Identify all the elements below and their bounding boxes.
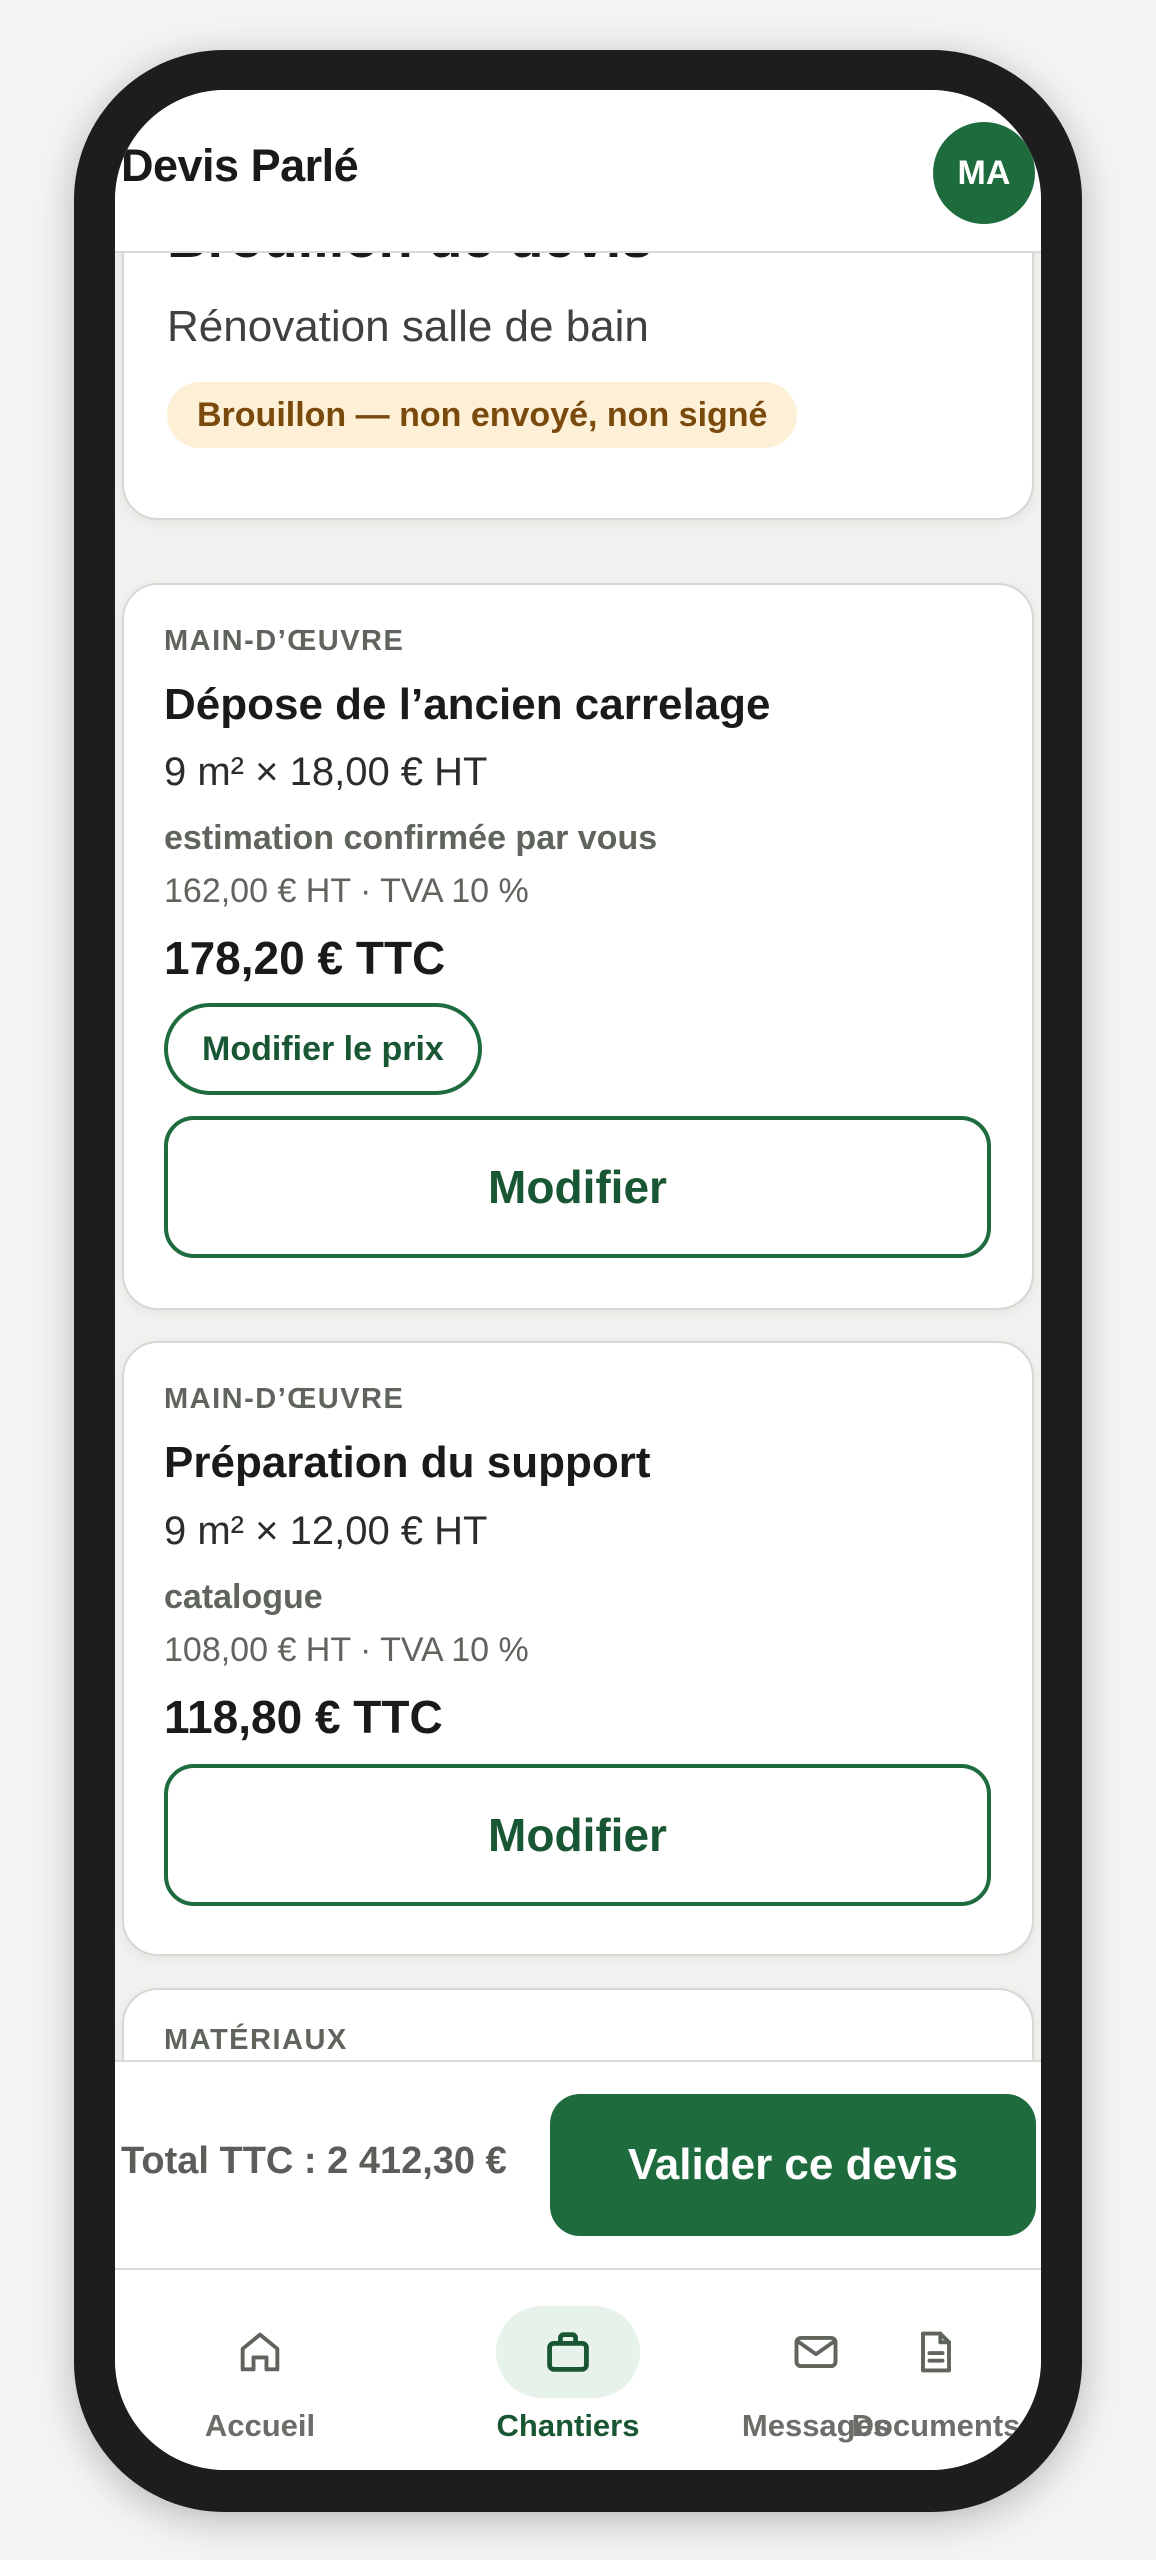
nav-item-documents[interactable]: Documents <box>831 2270 1041 2470</box>
app-header: Devis Parlé MA <box>115 90 1041 253</box>
nav-item-chantiers[interactable]: Chantiers <box>458 2270 678 2470</box>
nav-label: Chantiers <box>496 2408 640 2443</box>
total-bar: Total TTC : 2 412,30 € Valider ce devis <box>115 2060 1041 2268</box>
home-icon <box>188 2306 332 2398</box>
line-category: MATÉRIAUX <box>164 2024 348 2056</box>
nav-label: Accueil <box>204 2408 316 2443</box>
briefcase-icon <box>496 2306 640 2398</box>
line-price-source: estimation confirmée par vous <box>164 819 658 857</box>
nav-label: Documents <box>851 2408 1021 2443</box>
edit-price-button[interactable]: Modifier le prix <box>164 1003 482 1095</box>
phone-frame: Brouillon de devis Rénovation salle de b… <box>74 50 1082 2512</box>
line-title: Dépose de l’ancien carrelage <box>164 680 771 729</box>
screen: Brouillon de devis Rénovation salle de b… <box>115 90 1041 2470</box>
total-ttc: Total TTC : 2 412,30 € <box>121 2140 507 2182</box>
avatar[interactable]: MA <box>933 122 1035 224</box>
line-quantity-price: 9 m² × 12,00 € HT <box>164 1509 488 1553</box>
status-badge: Brouillon — non envoyé, non signé <box>167 382 798 448</box>
bottom-nav: Accueil Chantiers Messages Documents <box>115 2268 1041 2470</box>
line-category: MAIN-D’ŒUVRE <box>164 625 405 657</box>
project-name: Rénovation salle de bain <box>167 302 649 351</box>
line-ht-tva: 108,00 € HT · TVA 10 % <box>164 1631 529 1669</box>
nav-item-accueil[interactable]: Accueil <box>150 2270 370 2470</box>
line-price-source: catalogue <box>164 1578 323 1616</box>
line-item-card: MAIN-D’ŒUVRE Préparation du support 9 m²… <box>122 1341 1034 1956</box>
line-ttc: 118,80 € TTC <box>164 1691 443 1743</box>
line-title: Préparation du support <box>164 1438 651 1487</box>
edit-line-button[interactable]: Modifier <box>164 1764 991 1906</box>
line-ttc: 178,20 € TTC <box>164 932 446 984</box>
line-item-card: MAIN-D’ŒUVRE Dépose de l’ancien carrelag… <box>122 583 1034 1310</box>
line-category: MAIN-D’ŒUVRE <box>164 1383 405 1415</box>
line-quantity-price: 9 m² × 18,00 € HT <box>164 750 488 794</box>
scroll-content[interactable]: Brouillon de devis Rénovation salle de b… <box>115 90 1041 2188</box>
app-title: Devis Parlé <box>121 140 359 191</box>
validate-quote-button[interactable]: Valider ce devis <box>550 2094 1036 2236</box>
line-ht-tva: 162,00 € HT · TVA 10 % <box>164 872 529 910</box>
edit-line-button[interactable]: Modifier <box>164 1116 991 1258</box>
document-icon <box>864 2306 1008 2398</box>
